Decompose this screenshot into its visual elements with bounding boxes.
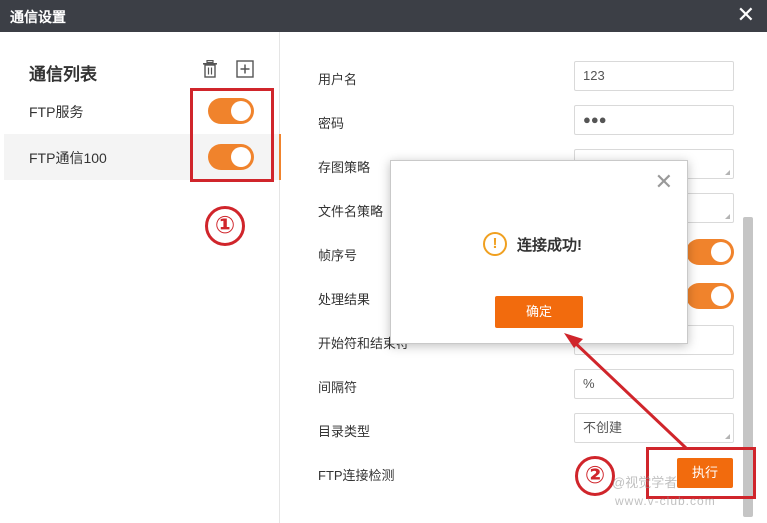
username-field[interactable]: 123 [574, 61, 734, 91]
username-label: 用户名 [318, 72, 358, 87]
exclamation-icon: ! [483, 232, 507, 256]
dir-type-label: 目录类型 [318, 424, 371, 439]
annotation-box-toggles [190, 88, 274, 182]
password-field[interactable]: ●●● [574, 105, 734, 135]
add-icon[interactable] [236, 60, 254, 78]
annotation-marker-2: ② [575, 456, 615, 496]
dropdown-arrow-icon [725, 434, 730, 439]
dialog-message: 连接成功! [517, 237, 582, 254]
dropdown-arrow-icon [725, 214, 730, 219]
close-icon[interactable]: ✕ [737, 2, 755, 28]
save-strategy-label: 存图策略 [318, 160, 371, 175]
window-titlebar: 通信设置 ✕ [0, 0, 767, 32]
success-dialog: ✕ ! 连接成功! 确定 [390, 160, 688, 344]
watermark-url: www.v-club.com [615, 494, 716, 508]
frame-number-toggle[interactable] [686, 239, 734, 265]
window-title: 通信设置 [10, 9, 66, 25]
close-icon[interactable]: ✕ [655, 169, 673, 195]
list-item-label: FTP通信100 [29, 150, 107, 166]
frame-number-label: 帧序号 [318, 248, 358, 263]
separator-field[interactable]: % [574, 369, 734, 399]
watermark-text: @视觉学者 [612, 475, 678, 490]
process-result-label: 处理结果 [318, 292, 371, 307]
annotation-marker-1: ① [205, 206, 245, 246]
password-label: 密码 [318, 116, 345, 131]
list-title: 通信列表 [29, 65, 97, 84]
dir-type-select[interactable]: 不创建 [574, 413, 734, 443]
dir-type-value: 不创建 [583, 420, 623, 435]
trash-icon[interactable] [202, 60, 218, 78]
ok-button[interactable]: 确定 [495, 296, 583, 328]
filename-strategy-label: 文件名策略 [318, 204, 384, 219]
dropdown-arrow-icon [725, 170, 730, 175]
separator-label: 间隔符 [318, 380, 358, 395]
process-result-toggle[interactable] [686, 283, 734, 309]
ftp-check-label: FTP连接检测 [318, 468, 395, 483]
list-item-label: FTP服务 [29, 104, 84, 120]
